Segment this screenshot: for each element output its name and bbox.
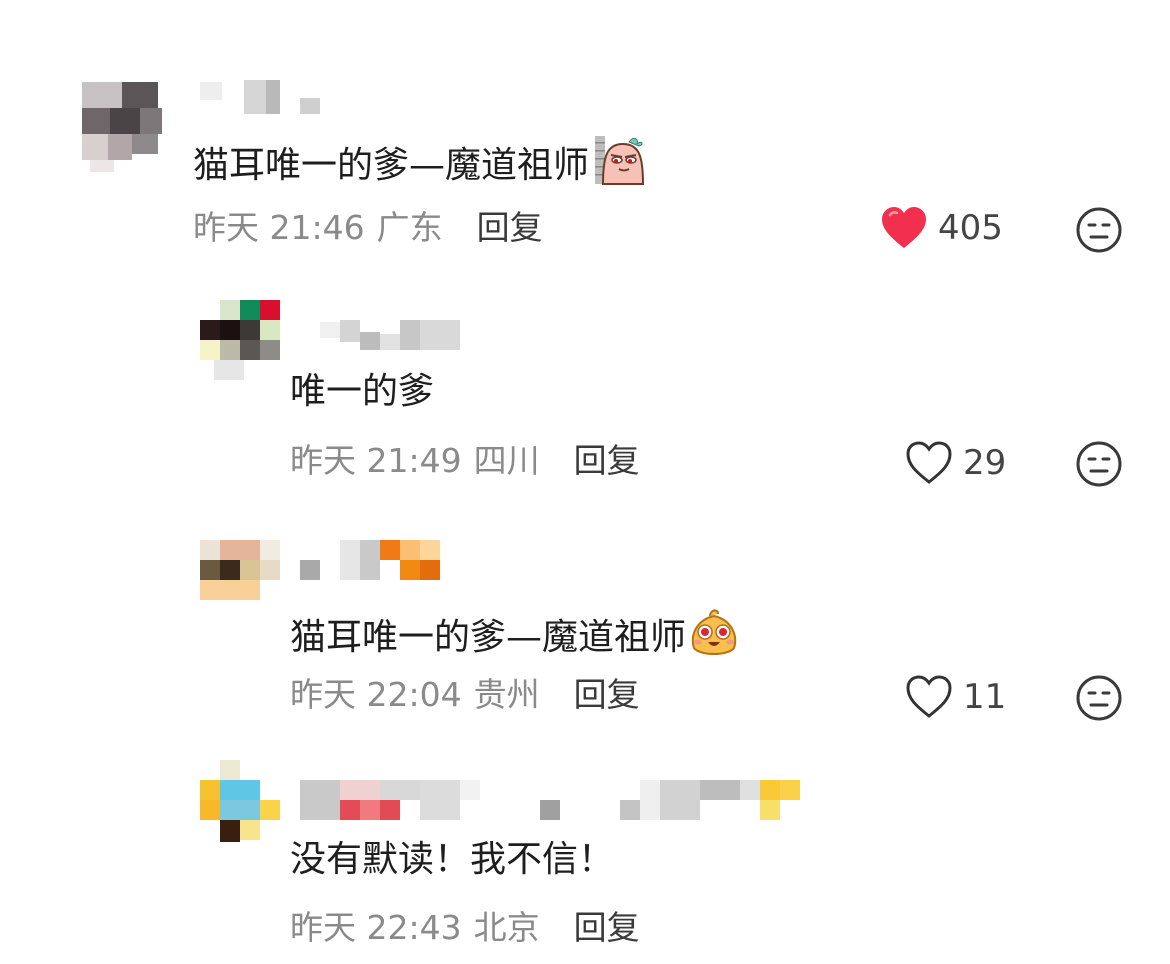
comment-text-content: 唯一的爹 bbox=[290, 371, 435, 412]
comment-text-content: 猫耳唯一的爹—魔道祖师 bbox=[290, 616, 687, 658]
comment-location: 广东 bbox=[376, 208, 443, 247]
avatar[interactable] bbox=[200, 300, 280, 380]
like-count: 29 bbox=[963, 443, 1007, 483]
excited-blob-emoji bbox=[688, 606, 740, 669]
avatar[interactable] bbox=[200, 540, 280, 620]
username[interactable] bbox=[320, 320, 460, 356]
dislike-face-icon[interactable] bbox=[1075, 440, 1123, 488]
reply-item: 没有默读！我不信！ 昨天 22:43 北京 回复 bbox=[0, 760, 1170, 964]
heart-outline-icon bbox=[906, 675, 952, 718]
heart-filled-icon bbox=[882, 207, 926, 248]
reply-button[interactable]: 回复 bbox=[574, 908, 640, 948]
dislike-face-icon[interactable] bbox=[1075, 674, 1123, 722]
comment-meta: 昨天 22:04 贵州 回复 bbox=[290, 675, 640, 715]
comment-text-content: 猫耳唯一的爹—魔道祖师 bbox=[193, 144, 590, 186]
comment-meta: 昨天 22:43 北京 回复 bbox=[290, 908, 640, 948]
comment-meta: 昨天 21:46 广东 回复 bbox=[193, 208, 543, 248]
like-count: 11 bbox=[963, 677, 1007, 717]
username[interactable] bbox=[300, 780, 800, 820]
comment-time: 昨天 22:04 bbox=[290, 675, 462, 714]
comment-location: 四川 bbox=[473, 441, 540, 480]
username[interactable] bbox=[300, 540, 442, 580]
reply-button[interactable]: 回复 bbox=[477, 208, 543, 248]
reply-button[interactable]: 回复 bbox=[574, 441, 640, 481]
reply-item: 唯一的爹 昨天 21:49 四川 回复 29 bbox=[0, 280, 1170, 520]
comment-text: 猫耳唯一的爹—魔道祖师 bbox=[193, 134, 647, 197]
like-button[interactable]: 11 bbox=[905, 675, 1006, 719]
comment-location: 贵州 bbox=[473, 675, 540, 714]
avatar[interactable] bbox=[200, 760, 280, 842]
comment-text: 没有默读！我不信！ bbox=[290, 838, 614, 882]
dislike-face-icon[interactable] bbox=[1075, 206, 1123, 254]
like-button[interactable]: 405 bbox=[880, 206, 1003, 250]
reply-button[interactable]: 回复 bbox=[574, 675, 640, 715]
reply-item: 猫耳唯一的爹—魔道祖师 昨天 22:04 贵州 回复 11 bbox=[0, 520, 1170, 760]
like-count: 405 bbox=[938, 208, 1003, 248]
comment-text: 唯一的爹 bbox=[290, 370, 434, 414]
cropped-fade bbox=[840, 894, 1170, 964]
comment-time: 昨天 21:49 bbox=[290, 441, 462, 480]
comment-time: 昨天 21:46 bbox=[193, 208, 365, 247]
avatar[interactable] bbox=[80, 76, 162, 172]
comment-text: 猫耳唯一的爹—魔道祖师 bbox=[290, 606, 740, 669]
heart-outline-icon bbox=[906, 441, 952, 484]
comment-meta: 昨天 21:49 四川 回复 bbox=[290, 441, 640, 481]
comment-item: 猫耳唯一的爹—魔道祖师 昨天 21:46 广东 回复 405 bbox=[0, 0, 1170, 280]
comment-time: 昨天 22:43 bbox=[290, 908, 462, 947]
username[interactable] bbox=[200, 80, 322, 116]
peeking-sausage-emoji bbox=[591, 134, 647, 197]
comment-text-content: 没有默读！我不信！ bbox=[290, 839, 615, 880]
comment-location: 北京 bbox=[473, 908, 540, 947]
like-button[interactable]: 29 bbox=[905, 441, 1006, 485]
